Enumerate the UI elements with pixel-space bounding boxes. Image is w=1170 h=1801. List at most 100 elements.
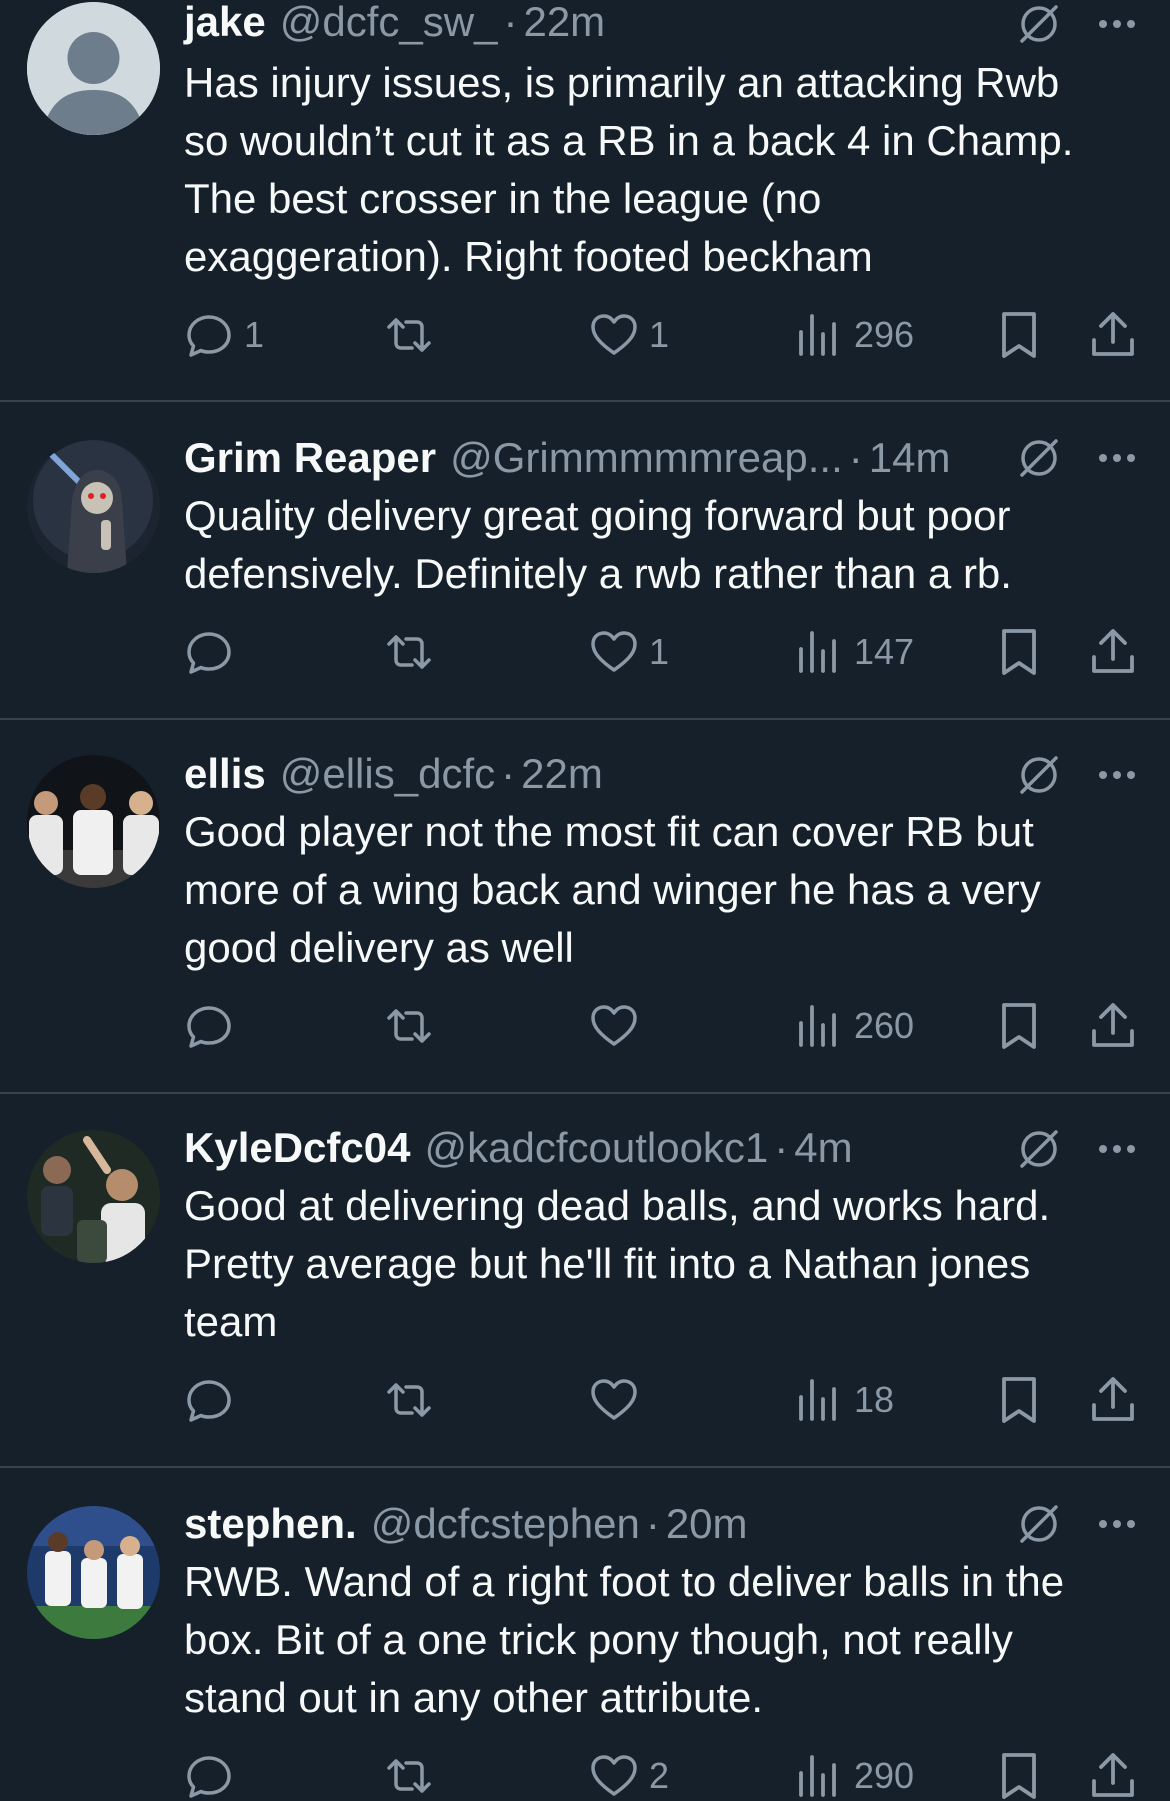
tweet[interactable]: KyleDcfc04 @kadcfcoutlookc1 · 4m Good at… [0, 1094, 1170, 1466]
display-name[interactable]: KyleDcfc04 [184, 1120, 410, 1176]
tweet[interactable]: ellis @ellis_dcfc · 22m Good player not … [0, 720, 1170, 1092]
like-button[interactable]: 1 [589, 624, 669, 680]
retweet-button[interactable] [384, 307, 444, 363]
user-handle[interactable]: @dcfc_sw_ [280, 0, 498, 50]
retweet-icon [387, 1009, 431, 1043]
reply-button[interactable]: 1 [184, 307, 264, 363]
action-bar: 1 147 [184, 624, 1144, 680]
reply-button[interactable] [184, 1372, 244, 1428]
reply-button[interactable] [184, 624, 244, 680]
tweet[interactable]: jake @dcfc_sw_ · 22m Has injury issues, … [0, 0, 1170, 398]
timestamp[interactable]: 22m [521, 746, 603, 802]
display-name[interactable]: Grim Reaper [184, 430, 436, 486]
share-icon [1092, 1003, 1134, 1047]
avatar[interactable] [27, 440, 160, 573]
bookmark-button[interactable] [994, 624, 1044, 680]
heart-icon [591, 631, 637, 672]
bookmark-button[interactable] [994, 998, 1044, 1054]
avatar[interactable] [27, 1130, 160, 1263]
share-icon [1092, 312, 1134, 356]
bookmark-button[interactable] [994, 307, 1044, 363]
view-count: 260 [854, 1005, 915, 1046]
like-button[interactable]: 1 [589, 307, 669, 363]
reply-icon [187, 1006, 231, 1048]
user-handle[interactable]: @kadcfcoutlookc1 [424, 1120, 768, 1176]
view-count: 18 [854, 1379, 895, 1420]
more-icon[interactable] [1094, 752, 1140, 798]
action-bar: 260 [184, 998, 1144, 1054]
view-count: 296 [854, 314, 915, 355]
retweet-button[interactable] [384, 998, 444, 1054]
retweet-button[interactable] [384, 1748, 444, 1801]
default-avatar-icon [27, 2, 160, 135]
avatar[interactable] [27, 2, 160, 135]
bookmark-icon [1002, 1753, 1036, 1799]
share-button[interactable] [1088, 307, 1138, 363]
user-handle[interactable]: @dcfcstephen [371, 1496, 640, 1552]
tweet[interactable]: stephen. @dcfcstephen · 20m RWB. Wand of… [0, 1468, 1170, 1801]
more-icon[interactable] [1094, 1, 1140, 47]
reply-feed: jake @dcfc_sw_ · 22m Has injury issues, … [0, 0, 1170, 1801]
avatar[interactable] [27, 755, 160, 888]
bookmark-icon [1002, 1003, 1036, 1049]
action-bar: 2 290 [184, 1748, 1144, 1801]
reply-button[interactable] [184, 998, 244, 1054]
more-icon[interactable] [1094, 435, 1140, 481]
separator-dot: · [503, 0, 518, 45]
user-handle[interactable]: @ellis_dcfc [280, 746, 495, 802]
reply-count: 1 [244, 314, 265, 355]
separator-dot: · [848, 434, 863, 481]
grok-icon[interactable] [1016, 1501, 1062, 1547]
more-icon[interactable] [1094, 1501, 1140, 1547]
retweet-button[interactable] [384, 1372, 444, 1428]
grim-reaper-avatar-image [27, 440, 160, 573]
retweet-icon [387, 635, 431, 669]
timestamp[interactable]: 4m [794, 1120, 852, 1176]
views-button[interactable]: 147 [794, 624, 914, 680]
display-name[interactable]: jake [184, 0, 266, 50]
grok-icon[interactable] [1016, 1126, 1062, 1172]
tweet-text: Good player not the most fit can cover R… [184, 808, 1041, 971]
bookmark-button[interactable] [994, 1372, 1044, 1428]
like-count: 1 [649, 631, 670, 672]
bookmark-icon [1002, 629, 1036, 675]
user-handle[interactable]: @Grimmmmmreap... [450, 430, 843, 486]
share-button[interactable] [1088, 1372, 1138, 1428]
share-button[interactable] [1088, 624, 1138, 680]
avatar[interactable] [27, 1506, 160, 1639]
display-name[interactable]: ellis [184, 746, 266, 802]
more-icon[interactable] [1094, 1126, 1140, 1172]
display-name[interactable]: stephen. [184, 1496, 357, 1552]
retweet-button[interactable] [384, 624, 444, 680]
grok-icon[interactable] [1016, 752, 1062, 798]
timestamp[interactable]: 22m [523, 0, 605, 50]
share-button[interactable] [1088, 998, 1138, 1054]
views-button[interactable]: 296 [794, 307, 914, 363]
reply-button[interactable] [184, 1748, 244, 1801]
views-button[interactable]: 18 [794, 1372, 894, 1428]
views-icon [799, 1379, 836, 1421]
timestamp[interactable]: 14m [869, 430, 951, 486]
like-count: 2 [649, 1755, 670, 1796]
players-avatar-image [27, 1506, 160, 1639]
grok-icon[interactable] [1016, 435, 1062, 481]
tweet-text: Quality delivery great going forward but… [184, 492, 1012, 597]
bookmark-button[interactable] [994, 1748, 1044, 1801]
tweet-text: Has injury issues, is primarily an attac… [184, 59, 1074, 280]
share-icon [1092, 629, 1134, 673]
like-button[interactable] [589, 998, 649, 1054]
retweet-icon [387, 318, 431, 352]
like-button[interactable]: 2 [589, 1748, 669, 1801]
action-bar: 1 1 296 [184, 307, 1144, 363]
tweet[interactable]: Grim Reaper @Grimmmmmreap... · 14m Quali… [0, 402, 1170, 718]
grok-icon[interactable] [1016, 1, 1062, 47]
views-icon [799, 1755, 836, 1797]
heart-icon [591, 314, 637, 355]
views-button[interactable]: 290 [794, 1748, 914, 1801]
tweet-header: stephen. @dcfcstephen · 20m [184, 1496, 1130, 1552]
share-button[interactable] [1088, 1748, 1138, 1801]
timestamp[interactable]: 20m [666, 1496, 748, 1552]
like-button[interactable] [589, 1372, 649, 1428]
views-icon [799, 314, 836, 356]
views-button[interactable]: 260 [794, 998, 914, 1054]
